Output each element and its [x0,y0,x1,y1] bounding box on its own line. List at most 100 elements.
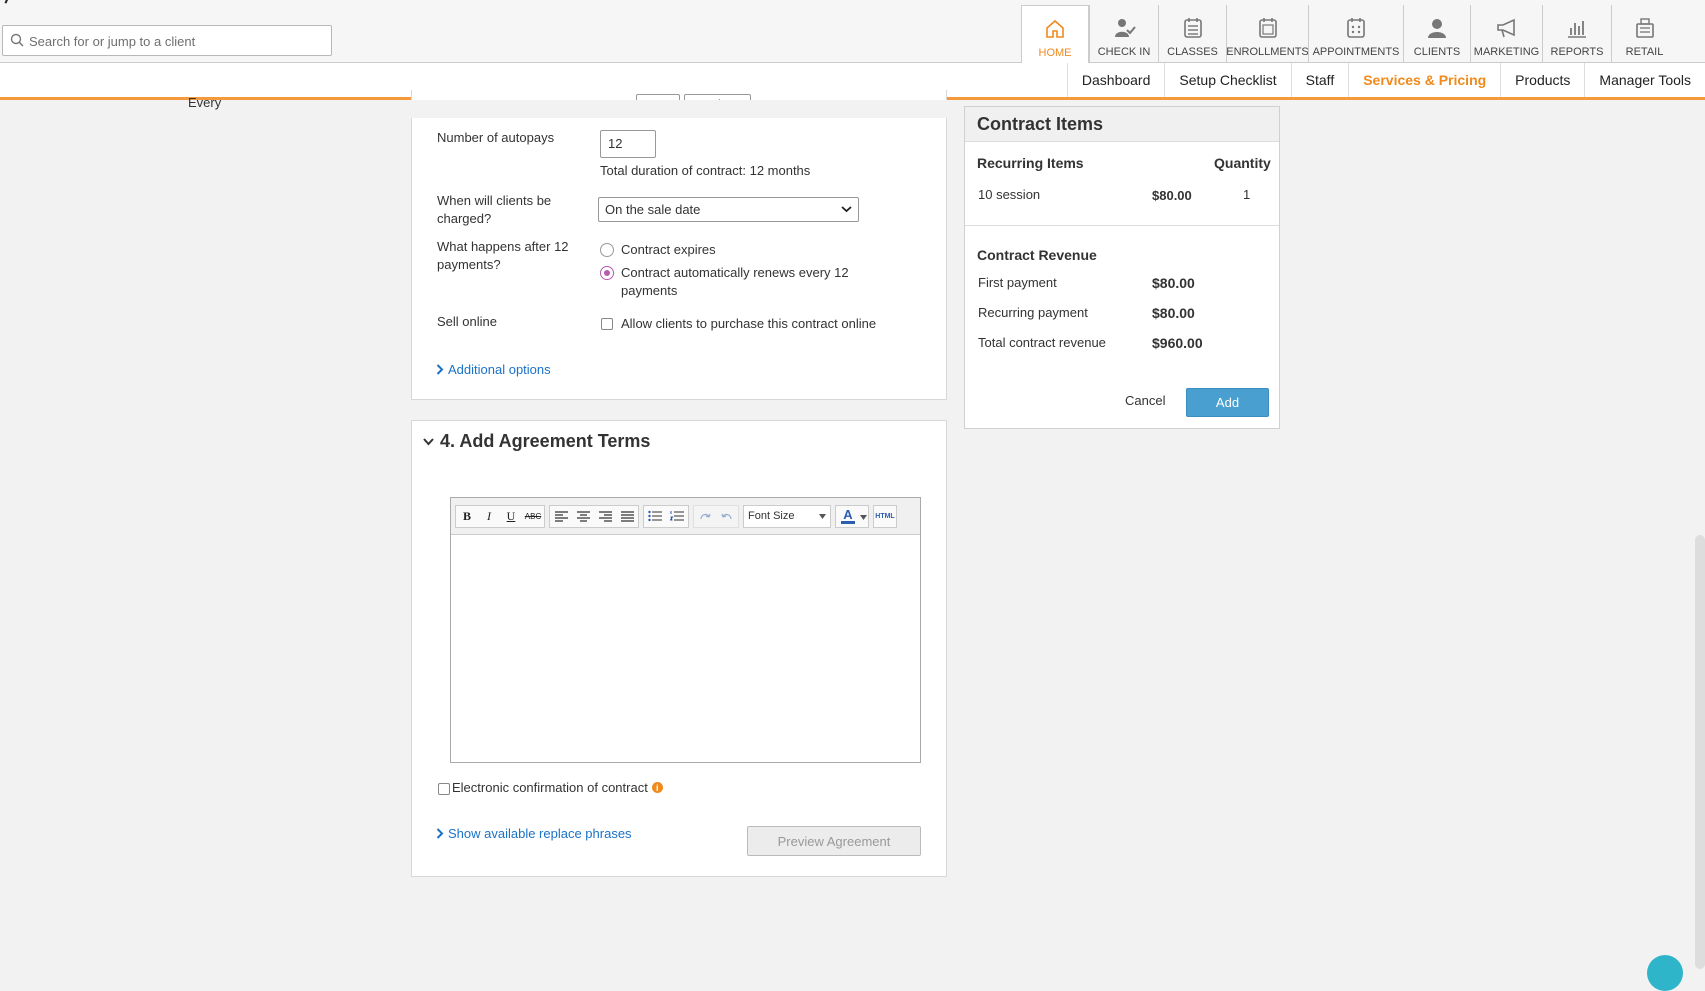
total-revenue-value: $960.00 [1152,335,1203,351]
subnav-setup-checklist[interactable]: Setup Checklist [1164,63,1290,97]
charged-label: When will clients be charged? [437,193,552,226]
home-icon [1042,16,1068,42]
subnav-products[interactable]: Products [1500,63,1584,97]
contract-expires-radio[interactable] [600,243,614,257]
first-payment-value: $80.00 [1152,275,1195,291]
autopays-input[interactable]: 12 [600,130,656,158]
nav-tab-label: ENROLLMENTS [1226,46,1309,58]
item-name: 10 session [978,187,1041,202]
bold-button[interactable]: B [456,506,478,527]
nav-tab-label: MARKETING [1473,46,1540,58]
sell-online-checkbox[interactable] [601,318,613,330]
contract-items-card: Contract Items Recurring Items Quantity … [964,106,1280,429]
align-center-icon [576,510,590,522]
editor-toolbar: B I U ABC Font Size A HTML [451,498,920,535]
electronic-confirmation-label: Electronic confirmation of contract [452,780,648,795]
preview-agreement-button[interactable]: Preview Agreement [747,826,921,856]
add-button[interactable]: Add [1186,388,1269,417]
quantity-header: Quantity [1214,155,1271,171]
align-left-icon [554,510,568,522]
scrollbar[interactable] [1695,535,1705,969]
history-group [693,504,739,528]
info-icon[interactable]: i [651,782,663,793]
agreement-section-toggle[interactable]: 4. Add Agreement Terms [423,431,650,452]
list-group [643,504,689,528]
align-group [549,504,639,528]
enrollments-icon [1255,15,1281,41]
replace-phrases-link[interactable]: Show available replace phrases [436,826,632,841]
justify-icon [620,510,634,522]
contract-renews-radio[interactable] [600,266,614,280]
font-color-icon: A [836,506,860,527]
classes-icon [1180,15,1206,41]
redo-button[interactable] [694,506,716,527]
help-chat-button[interactable] [1647,955,1683,991]
contract-items-title: Contract Items [965,107,1279,142]
nav-tab-check-in[interactable]: CHECK IN [1089,5,1158,63]
retail-icon [1632,15,1658,41]
agreement-title: 4. Add Agreement Terms [440,431,651,451]
chevron-down-icon [423,437,434,445]
additional-options-link[interactable]: Additional options [436,362,551,377]
subnav-manager-tools[interactable]: Manager Tools [1584,63,1705,97]
subnav-dashboard[interactable]: Dashboard [1066,63,1165,97]
caret-down-icon [860,514,867,520]
redo-icon [700,513,711,520]
italic-button[interactable]: I [478,506,500,527]
charge-date-select[interactable]: On the sale date [598,197,859,222]
align-center-button[interactable] [572,506,594,527]
charge-date-value: On the sale date [605,202,701,217]
item-quantity: 1 [1243,187,1251,202]
electronic-confirmation-checkbox[interactable] [438,783,450,795]
autopays-label: Number of autopays [437,130,555,145]
font-size-label: Font Size [748,510,795,522]
nav-tab-label: HOME [1038,47,1072,59]
subnav-staff[interactable]: Staff [1290,63,1349,97]
numbered-list-button[interactable] [666,506,688,527]
scroll-clip [411,100,947,118]
bullet-list-button[interactable] [644,506,666,527]
electronic-confirmation: Electronic confirmation of contract i [452,780,663,795]
contract-revenue-header: Contract Revenue [977,247,1097,263]
check-in-icon [1111,15,1137,41]
search-input[interactable] [29,30,324,52]
nav-tab-label: RETAIL [1625,46,1664,58]
client-search[interactable] [2,25,332,56]
font-color-button[interactable]: A [835,504,869,528]
contract-expires-label: Contract expires [621,242,716,257]
chevron-right-icon [436,828,444,839]
html-icon: HTML [875,512,895,520]
nav-tab-home[interactable]: HOME [1021,5,1089,64]
nav-tab-classes[interactable]: CLASSES [1158,5,1226,63]
cancel-button[interactable]: Cancel [1125,393,1165,408]
align-left-button[interactable] [550,506,572,527]
nav-tab-enrollments[interactable]: ENROLLMENTS [1226,5,1309,63]
additional-options-label: Additional options [448,362,551,377]
nav-tab-label: APPOINTMENTS [1312,46,1400,58]
reports-icon [1564,15,1590,41]
justify-button[interactable] [616,506,638,527]
agreement-editor[interactable]: B I U ABC Font Size A HTML [450,497,921,763]
sell-online-option-label: Allow clients to purchase this contract … [621,316,877,331]
nav-tab-retail[interactable]: RETAIL [1611,5,1677,63]
chevron-right-icon [436,364,444,375]
undo-icon [721,513,732,520]
undo-button[interactable] [716,506,738,527]
align-right-icon [598,510,612,522]
contract-renews-label: Contract automatically renews every 12 p… [621,265,849,298]
html-view-button[interactable]: HTML [873,504,897,528]
nav-tab-appointments[interactable]: APPOINTMENTS [1308,5,1403,63]
align-right-button[interactable] [594,506,616,527]
nav-tab-marketing[interactable]: MARKETING [1470,5,1542,63]
subnav-services-pricing[interactable]: Services & Pricing [1348,63,1500,97]
appointments-icon [1343,15,1369,41]
main-nav: HOME CHECK IN CLASSES ENROLLMENTS APPOIN… [1021,5,1677,64]
font-size-select[interactable]: Font Size [743,504,831,528]
duration-text: Total duration of contract: 12 months [600,163,811,178]
nav-tab-reports[interactable]: REPORTS [1542,5,1611,63]
underline-button[interactable]: U [500,506,522,527]
numbered-list-icon [670,511,684,521]
nav-tab-clients[interactable]: CLIENTS [1403,5,1470,63]
strikethrough-button[interactable]: ABC [522,506,544,527]
nav-tab-label: CHECK IN [1097,46,1151,58]
